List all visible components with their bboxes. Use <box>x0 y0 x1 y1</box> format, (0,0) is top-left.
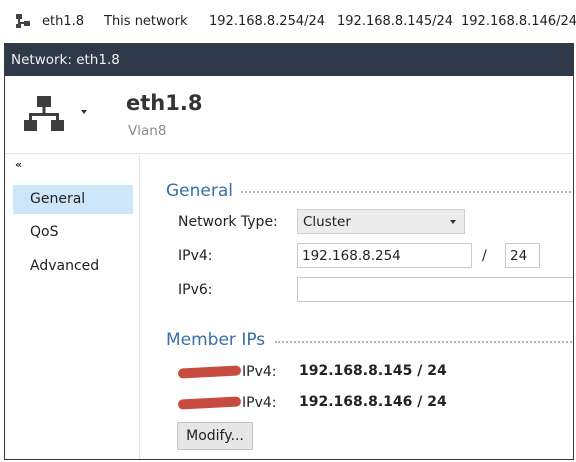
modify-button[interactable]: Modify... <box>177 422 253 450</box>
dialog-header: eth1.8 Vlan8 <box>5 76 573 154</box>
member-ip-row: IPv4: 192.168.8.146 / 24 <box>177 394 573 415</box>
network-icon <box>16 14 30 28</box>
sidebar: « General QoS Advanced <box>5 155 140 459</box>
row-ip-2: 192.168.8.145/24 <box>337 14 454 29</box>
sidebar-item-label: Advanced <box>30 258 100 274</box>
redaction-mark <box>177 396 242 410</box>
network-dialog: Network: eth1.8 eth1.8 Vlan8 « General Q… <box>4 43 574 460</box>
redaction-mark <box>177 365 242 379</box>
section-divider <box>241 191 573 193</box>
collapse-sidebar-icon[interactable]: « <box>15 158 22 171</box>
dialog-titlebar[interactable]: Network: eth1.8 <box>5 44 573 76</box>
ipv6-address-field[interactable] <box>297 277 573 302</box>
member-ip-label: IPv4: <box>242 395 277 411</box>
page-subtitle: Vlan8 <box>128 123 167 139</box>
ipv4-address-value: 192.168.8.254 <box>302 248 401 264</box>
dialog-title: Network: eth1.8 <box>11 52 120 68</box>
ipv4-prefix-field[interactable]: 24 <box>505 243 540 268</box>
row-scope: This network <box>104 14 188 29</box>
sidebar-item-label: General <box>30 191 86 207</box>
member-ip-value: 192.168.8.145 / 24 <box>299 363 447 379</box>
member-ip-row: IPv4: 192.168.8.145 / 24 <box>177 363 573 384</box>
section-title-member-ips: Member IPs <box>166 330 266 350</box>
sidebar-item-qos[interactable]: QoS <box>13 218 133 247</box>
chevron-down-icon[interactable] <box>81 110 87 114</box>
network-type-value: Cluster <box>303 214 351 230</box>
ipv4-label: IPv4: <box>178 248 213 264</box>
section-divider <box>275 341 573 343</box>
section-title-general: General <box>166 181 233 201</box>
network-type-label: Network Type: <box>178 214 278 230</box>
network-type-select[interactable]: Cluster <box>297 209 465 234</box>
network-list-row[interactable]: eth1.8 This network 192.168.8.254/24 192… <box>0 0 576 44</box>
ipv4-prefix-value: 24 <box>510 248 528 264</box>
member-ip-value: 192.168.8.146 / 24 <box>299 394 447 410</box>
member-ip-label: IPv4: <box>242 364 277 380</box>
ipv4-address-field[interactable]: 192.168.8.254 <box>297 243 472 268</box>
network-icon[interactable] <box>23 93 65 135</box>
chevron-down-icon <box>450 220 456 224</box>
row-ip-1: 192.168.8.254/24 <box>209 14 326 29</box>
sidebar-item-general[interactable]: General <box>13 185 133 214</box>
sidebar-item-label: QoS <box>30 224 59 240</box>
row-network-name: eth1.8 <box>42 14 85 29</box>
ipv6-label: IPv6: <box>178 282 213 298</box>
prefix-separator: / <box>482 248 487 264</box>
page-title: eth1.8 <box>126 91 203 115</box>
row-ip-3: 192.168.8.146/24 <box>461 14 576 29</box>
sidebar-item-advanced[interactable]: Advanced <box>13 252 133 281</box>
